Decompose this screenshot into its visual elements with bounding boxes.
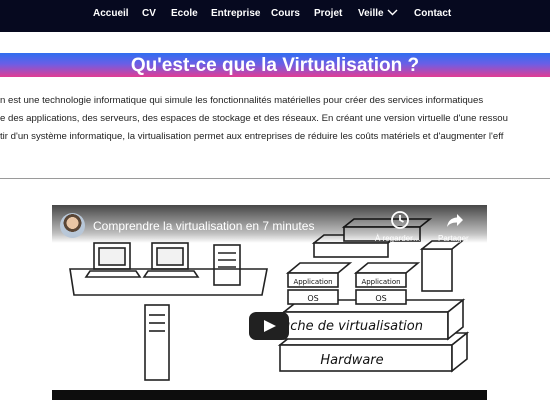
nav-item-accueil[interactable]: Accueil	[93, 8, 129, 19]
page-title: Qu'est-ce que la Virtualisation ?	[130, 55, 420, 76]
diagram-os-label-2: OS	[375, 294, 386, 303]
video-bottom-bar	[52, 390, 487, 400]
channel-avatar[interactable]	[60, 213, 85, 238]
share-label[interactable]: Partager	[438, 234, 469, 243]
nav-item-ecole[interactable]: Ecole	[171, 8, 198, 19]
diagram-hardware-label: Hardware	[320, 353, 383, 368]
page-title-banner: Qu'est-ce que la Virtualisation ?	[0, 53, 550, 77]
nav-item-projet[interactable]: Projet	[314, 8, 342, 19]
watch-later-label[interactable]: À regarder…	[375, 234, 421, 243]
video-player[interactable]: Application Application OS OS Couche de …	[52, 205, 487, 400]
top-navigation: Accueil CV Ecole Entreprise Cours Projet…	[0, 0, 550, 32]
nav-item-veille[interactable]: Veille	[358, 8, 398, 19]
nav-item-cv[interactable]: CV	[142, 8, 156, 19]
share-icon[interactable]	[445, 210, 465, 230]
diagram-os-label-1: OS	[307, 294, 318, 303]
video-title[interactable]: Comprendre la virtualisation en 7 minute…	[93, 219, 314, 233]
chevron-down-icon	[387, 9, 398, 16]
intro-line-3: tir d'un système informatique, la virtua…	[0, 131, 504, 142]
clock-icon[interactable]	[390, 210, 410, 230]
nav-item-contact[interactable]: Contact	[414, 8, 451, 19]
diagram-app-label-1: Application	[293, 278, 332, 286]
intro-line-1: n est une technologie informatique qui s…	[0, 95, 484, 106]
play-button[interactable]	[249, 312, 289, 340]
nav-item-cours[interactable]: Cours	[271, 8, 300, 19]
nav-item-veille-label: Veille	[358, 8, 384, 19]
section-divider	[0, 178, 550, 179]
diagram-app-label-2: Application	[361, 278, 400, 286]
intro-line-2: e des applications, des serveurs, des es…	[0, 113, 508, 124]
nav-item-entreprise[interactable]: Entreprise	[211, 8, 260, 19]
